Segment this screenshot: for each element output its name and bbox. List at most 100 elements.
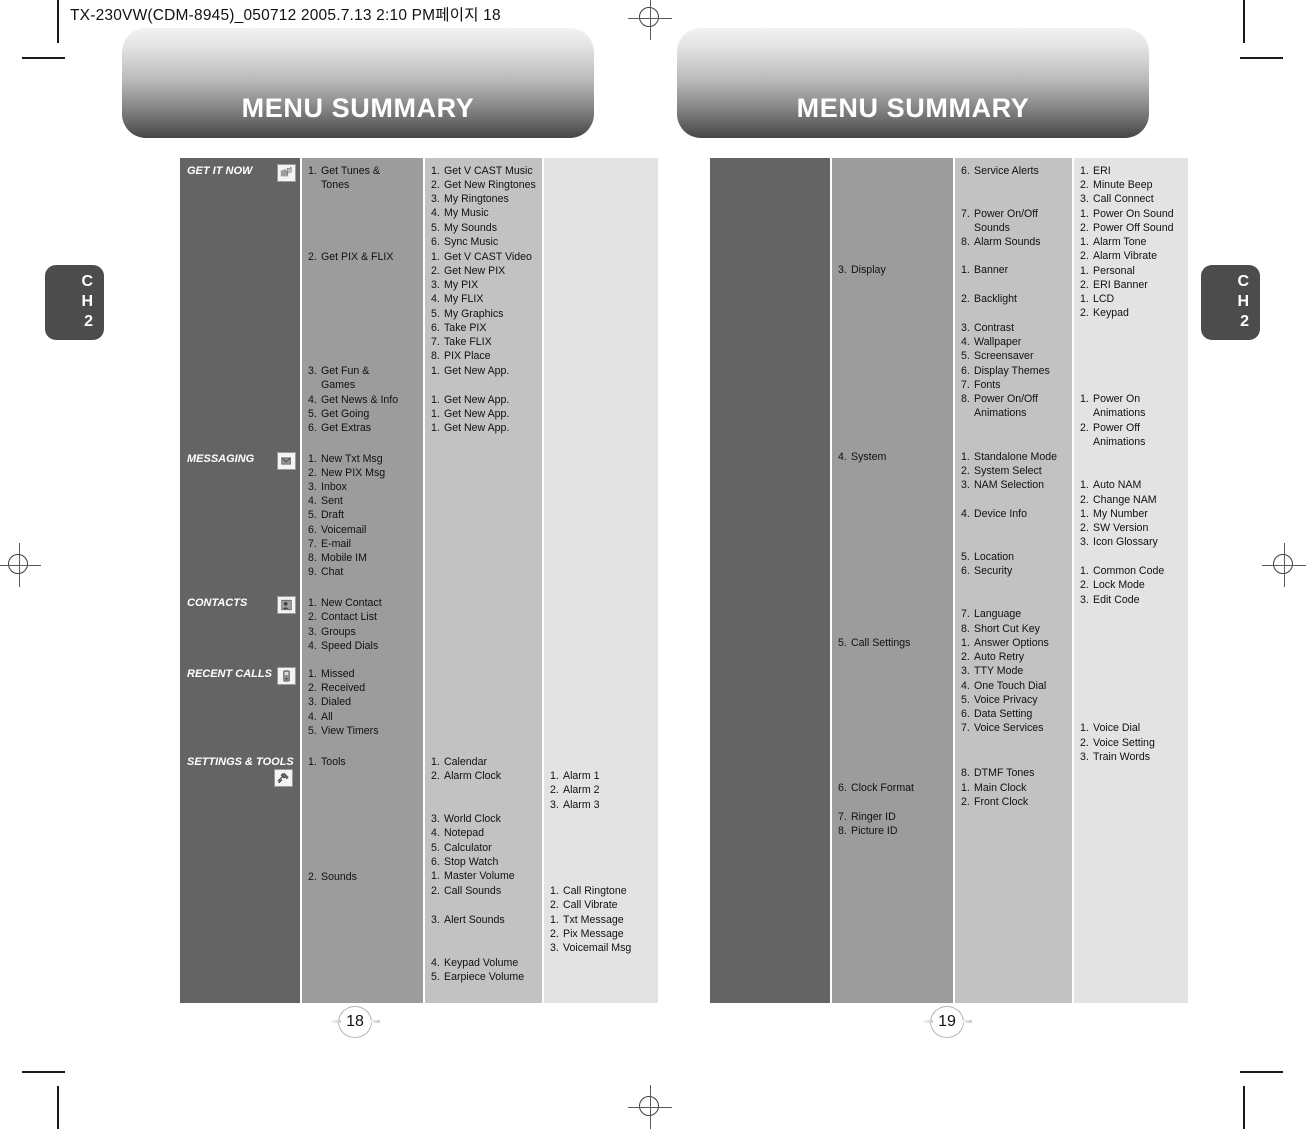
menu-item[interactable]: 5. My Graphics bbox=[431, 307, 538, 321]
menu-item[interactable]: 6. Display Themes bbox=[961, 364, 1068, 378]
menu-item[interactable]: 2. Call Vibrate bbox=[550, 898, 654, 912]
menu-item[interactable]: 5. Earpiece Volume bbox=[431, 970, 538, 984]
menu-item[interactable]: 3. TTY Mode bbox=[961, 664, 1068, 678]
menu-item[interactable]: 5. Screensaver bbox=[961, 349, 1068, 363]
menu-item[interactable]: 4. Sent bbox=[308, 494, 419, 508]
menu-item[interactable]: 2. Sounds bbox=[308, 870, 419, 884]
menu-item[interactable]: 3. Contrast bbox=[961, 321, 1068, 335]
menu-item[interactable]: 7. Take FLIX bbox=[431, 335, 538, 349]
menu-item[interactable]: 1. New Contact bbox=[308, 596, 419, 610]
menu-item[interactable]: 1. New Txt Msg bbox=[308, 452, 419, 466]
menu-item[interactable]: 5. Location bbox=[961, 550, 1068, 564]
menu-item[interactable]: 3. Icon Glossary bbox=[1080, 535, 1184, 549]
category-settings-and-tools[interactable]: SETTINGS & TOOLS bbox=[187, 755, 296, 787]
menu-item[interactable]: 8. Power On/Off Animations bbox=[961, 392, 1068, 421]
menu-item[interactable]: 3. Get Fun & Games bbox=[308, 364, 419, 393]
menu-item[interactable]: 1. Power On Animations bbox=[1080, 392, 1184, 421]
menu-item[interactable]: 9. Chat bbox=[308, 565, 419, 579]
menu-item[interactable]: 7. Voice Services bbox=[961, 721, 1068, 735]
menu-item[interactable]: 2. Backlight bbox=[961, 292, 1068, 306]
menu-item[interactable]: 1. Missed bbox=[308, 667, 419, 681]
menu-item[interactable]: 2. System Select bbox=[961, 464, 1068, 478]
menu-item[interactable]: 6. Clock Format bbox=[838, 781, 949, 795]
menu-item[interactable]: 4. Get News & Info bbox=[308, 393, 419, 407]
category-contacts[interactable]: CONTACTS bbox=[187, 596, 296, 614]
menu-item[interactable]: 4. Speed Dials bbox=[308, 639, 419, 653]
menu-item[interactable]: 1. Get New App. bbox=[431, 364, 538, 378]
menu-item[interactable]: 8. Mobile IM bbox=[308, 551, 419, 565]
menu-item[interactable]: 2. Minute Beep bbox=[1080, 178, 1184, 192]
menu-item[interactable]: 2. Auto Retry bbox=[961, 650, 1068, 664]
menu-item[interactable]: 8. Alarm Sounds bbox=[961, 235, 1068, 249]
menu-item[interactable]: 7. Language bbox=[961, 607, 1068, 621]
menu-item[interactable]: 2. Pix Message bbox=[550, 927, 654, 941]
menu-item[interactable]: 6. Service Alerts bbox=[961, 164, 1068, 178]
menu-item[interactable]: 3. World Clock bbox=[431, 812, 538, 826]
menu-item[interactable]: 1. Calendar bbox=[431, 755, 538, 769]
menu-item[interactable]: 4. Wallpaper bbox=[961, 335, 1068, 349]
menu-item[interactable]: 3. Alert Sounds bbox=[431, 913, 538, 927]
menu-item[interactable]: 2. Lock Mode bbox=[1080, 578, 1184, 592]
menu-item[interactable]: 2. Alarm Vibrate bbox=[1080, 249, 1184, 263]
menu-item[interactable]: 1. Get V CAST Music bbox=[431, 164, 538, 178]
menu-item[interactable]: 2. Received bbox=[308, 681, 419, 695]
menu-item[interactable]: 1. Main Clock bbox=[961, 781, 1068, 795]
menu-item[interactable]: 2. Call Sounds bbox=[431, 884, 538, 898]
menu-item[interactable]: 2. SW Version bbox=[1080, 521, 1184, 535]
menu-item[interactable]: 6. Get Extras bbox=[308, 421, 419, 435]
menu-item[interactable]: 5. View Timers bbox=[308, 724, 419, 738]
menu-item[interactable]: 6. Data Setting bbox=[961, 707, 1068, 721]
menu-item[interactable]: 4. One Touch Dial bbox=[961, 679, 1068, 693]
menu-item[interactable]: 3. My Ringtones bbox=[431, 192, 538, 206]
category-recent-calls[interactable]: RECENT CALLS bbox=[187, 667, 296, 685]
menu-item[interactable]: 1. Txt Message bbox=[550, 913, 654, 927]
menu-item[interactable]: 5. My Sounds bbox=[431, 221, 538, 235]
menu-item[interactable]: 1. Master Volume bbox=[431, 869, 538, 883]
menu-item[interactable]: 1. Banner bbox=[961, 263, 1068, 277]
menu-item[interactable]: 4. All bbox=[308, 710, 419, 724]
menu-item[interactable]: 4. My FLIX bbox=[431, 292, 538, 306]
menu-item[interactable]: 2. New PIX Msg bbox=[308, 466, 419, 480]
menu-item[interactable]: 7. E-mail bbox=[308, 537, 419, 551]
menu-item[interactable]: 8. Picture ID bbox=[838, 824, 949, 838]
menu-item[interactable]: 1. Voice Dial bbox=[1080, 721, 1184, 735]
menu-item[interactable]: 8. Short Cut Key bbox=[961, 622, 1068, 636]
menu-item[interactable]: 3. Dialed bbox=[308, 695, 419, 709]
menu-item[interactable]: 2. Voice Setting bbox=[1080, 736, 1184, 750]
menu-item[interactable]: 3. Voicemail Msg bbox=[550, 941, 654, 955]
menu-item[interactable]: 7. Ringer ID bbox=[838, 810, 949, 824]
menu-item[interactable]: 2. Alarm Clock bbox=[431, 769, 538, 783]
menu-item[interactable]: 1. LCD bbox=[1080, 292, 1184, 306]
menu-item[interactable]: 2. Get New PIX bbox=[431, 264, 538, 278]
menu-item[interactable]: 3. Display bbox=[838, 263, 949, 277]
menu-item[interactable]: 3. Call Connect bbox=[1080, 192, 1184, 206]
menu-item[interactable]: 6. Security bbox=[961, 564, 1068, 578]
menu-item[interactable]: 1. Auto NAM bbox=[1080, 478, 1184, 492]
menu-item[interactable]: 2. Keypad bbox=[1080, 306, 1184, 320]
menu-item[interactable]: 6. Stop Watch bbox=[431, 855, 538, 869]
menu-item[interactable]: 5. Get Going bbox=[308, 407, 419, 421]
menu-item[interactable]: 2. Get PIX & FLIX bbox=[308, 250, 419, 264]
menu-item[interactable]: 3. Groups bbox=[308, 625, 419, 639]
menu-item[interactable]: 2. Change NAM bbox=[1080, 493, 1184, 507]
category-get-it-now[interactable]: GET IT NOW bbox=[187, 164, 296, 182]
category-messaging[interactable]: MESSAGING bbox=[187, 452, 296, 470]
menu-item[interactable]: 1. Tools bbox=[308, 755, 419, 769]
menu-item[interactable]: 3. Inbox bbox=[308, 480, 419, 494]
menu-item[interactable]: 5. Draft bbox=[308, 508, 419, 522]
menu-item[interactable]: 3. Train Words bbox=[1080, 750, 1184, 764]
menu-item[interactable]: 1. Get V CAST Video bbox=[431, 250, 538, 264]
menu-item[interactable]: 1. Power On Sound bbox=[1080, 207, 1184, 221]
menu-item[interactable]: 5. Voice Privacy bbox=[961, 693, 1068, 707]
menu-item[interactable]: 4. Keypad Volume bbox=[431, 956, 538, 970]
menu-item[interactable]: 2. Front Clock bbox=[961, 795, 1068, 809]
menu-item[interactable]: 4. Device Info bbox=[961, 507, 1068, 521]
menu-item[interactable]: 4. Notepad bbox=[431, 826, 538, 840]
menu-item[interactable]: 5. Calculator bbox=[431, 841, 538, 855]
menu-item[interactable]: 4. My Music bbox=[431, 206, 538, 220]
menu-item[interactable]: 4. System bbox=[838, 450, 949, 464]
menu-item[interactable]: 1. Get New App. bbox=[431, 393, 538, 407]
menu-item[interactable]: 1. Get New App. bbox=[431, 407, 538, 421]
menu-item[interactable]: 1. Standalone Mode bbox=[961, 450, 1068, 464]
menu-item[interactable]: 1. Common Code bbox=[1080, 564, 1184, 578]
